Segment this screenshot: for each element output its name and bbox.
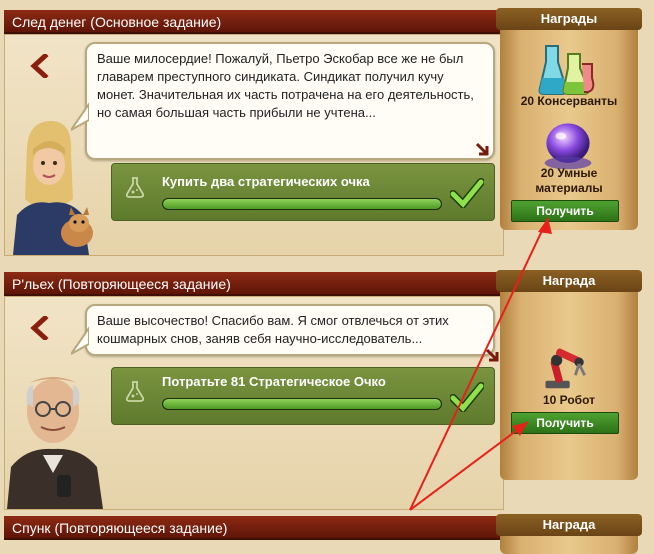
task-progress-fill — [163, 199, 441, 209]
quest-title-text: След денег (Основное задание) — [12, 14, 222, 30]
quest-title: Р'льех (Повторяющееся задание) — [4, 272, 504, 296]
expand-arrow-icon[interactable] — [475, 142, 489, 156]
quest-card: Р'льех (Повторяющееся задание) Ваше высо… — [0, 262, 654, 512]
reward-label: 20 Консерванты — [520, 94, 618, 108]
reward-label: 10 Робот — [542, 393, 596, 407]
speech-tail-icon — [71, 102, 89, 131]
quest-task: Потратьте 81 Стратегическое Очко — [111, 367, 495, 425]
crystal-orb-icon — [544, 123, 592, 170]
task-label: Купить два стратегических очка — [162, 174, 370, 189]
quest-panel: Ваше милосердие! Пожалуй, Пьетро Эскобар… — [4, 34, 504, 256]
reward-label: 20 Умные материалы — [535, 166, 603, 195]
flask-icon — [125, 381, 145, 402]
rewards-scroll: Награда — [496, 514, 642, 554]
rewards-header: Награда — [496, 270, 642, 292]
rewards-header: Награда — [496, 514, 642, 536]
robot-arm-icon — [545, 348, 586, 389]
checkmark-icon — [450, 178, 484, 208]
flasks-icon — [538, 45, 595, 95]
task-progress-bar — [162, 398, 442, 410]
checkmark-icon — [450, 382, 484, 412]
claim-reward-button[interactable]: Получить — [511, 412, 619, 434]
rewards-scroll: Награды 20 Консерванты 20 Умные материал… — [496, 8, 642, 230]
dialog-text: Ваше милосердие! Пожалуй, Пьетро Эскобар… — [97, 51, 474, 120]
quest-title-text: Р'льех (Повторяющееся задание) — [12, 276, 231, 292]
chevron-left-icon — [30, 316, 49, 340]
npc-portrait-old-man — [7, 363, 105, 509]
quest-title-text: Спунк (Повторяющееся задание) — [12, 520, 228, 536]
back-arrow-button[interactable] — [27, 315, 53, 341]
quest-panel: Ваше высочество! Спасибо вам. Я смог отв… — [4, 296, 504, 510]
task-label: Потратьте 81 Стратегическое Очко — [162, 374, 386, 389]
task-progress-bar — [162, 198, 442, 210]
task-progress-fill — [163, 399, 441, 409]
speech-tail-icon — [71, 326, 89, 355]
npc-dialog-bubble: Ваше высочество! Спасибо вам. Я смог отв… — [71, 304, 499, 362]
claim-reward-button[interactable]: Получить — [511, 200, 619, 222]
quest-title: Спунк (Повторяющееся задание) — [4, 516, 504, 540]
chevron-left-icon — [30, 54, 49, 78]
flask-icon — [125, 177, 145, 198]
quest-task: Купить два стратегических очка — [111, 163, 495, 221]
quest-card: След денег (Основное задание) Ваше милос — [0, 0, 654, 262]
expand-arrow-icon[interactable] — [485, 348, 499, 362]
rewards-scroll: Награда 10 Робот Получить — [496, 270, 642, 480]
quest-title: След денег (Основное задание) — [4, 10, 504, 34]
dialog-text: Ваше высочество! Спасибо вам. Я смог отв… — [97, 313, 449, 346]
quest-card: Спунк (Повторяющееся задание) Награда — [0, 512, 654, 554]
npc-dialog-bubble: Ваше милосердие! Пожалуй, Пьетро Эскобар… — [71, 42, 495, 160]
back-arrow-button[interactable] — [27, 53, 53, 79]
rewards-header: Награды — [496, 8, 642, 30]
